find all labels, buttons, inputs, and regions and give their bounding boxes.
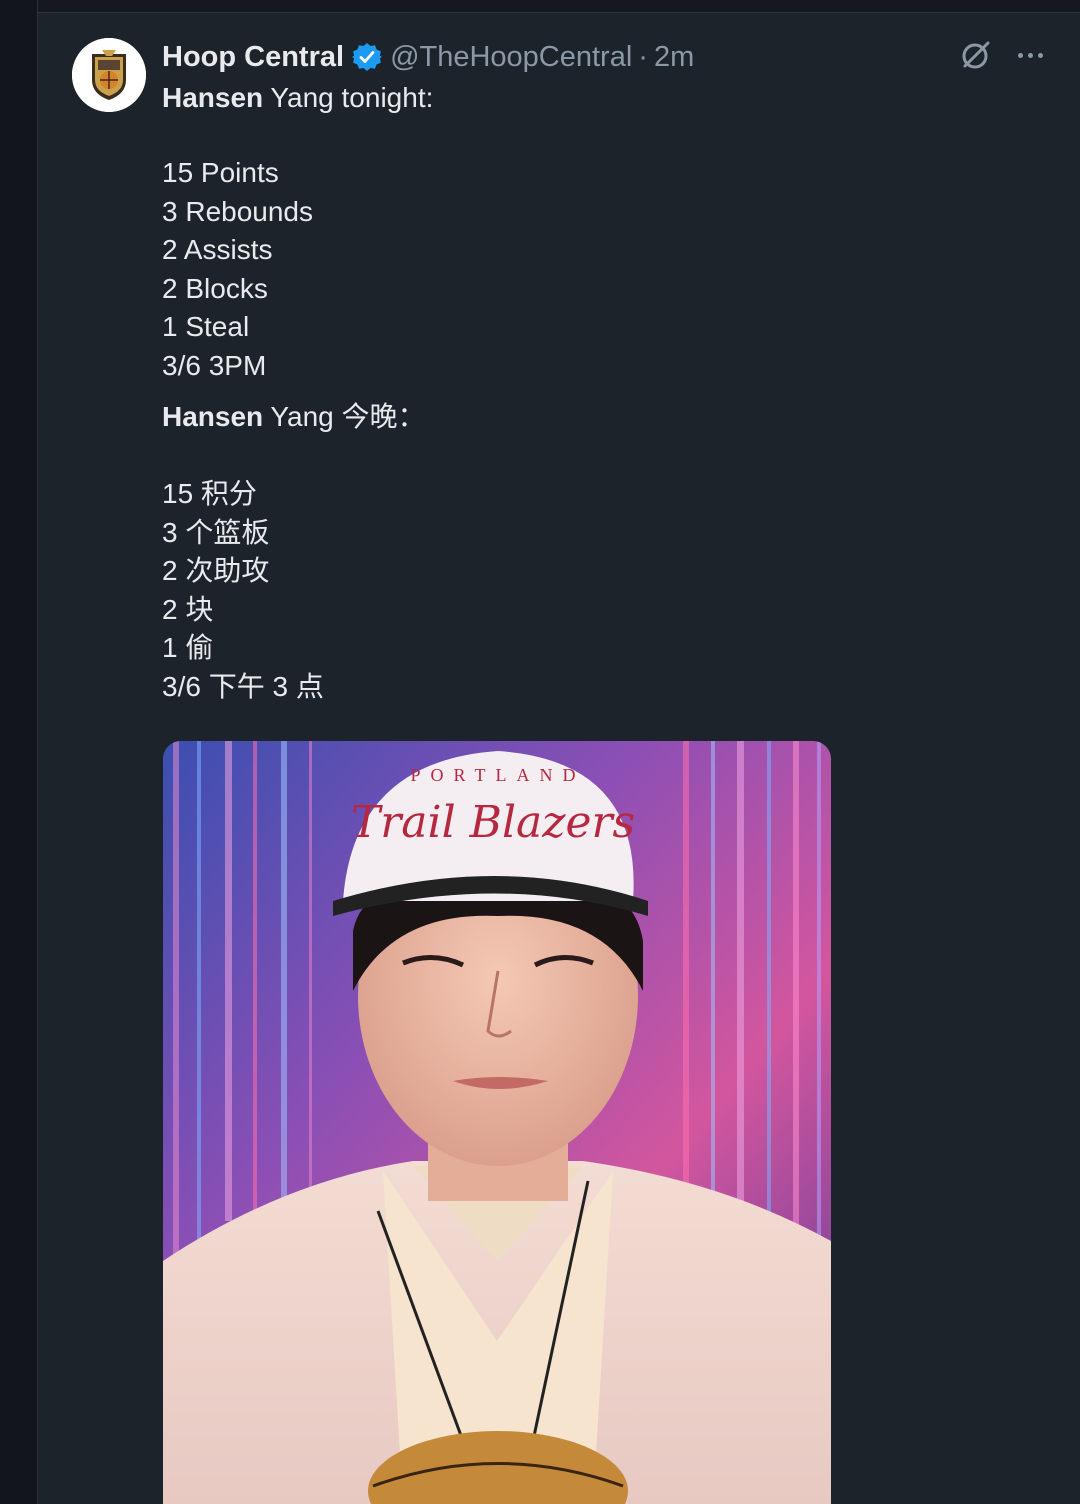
zh-stat-steal: 1 偷 <box>162 632 214 663</box>
en-stat-3pm: 3/6 3PM <box>162 349 267 381</box>
zh-stat-3pm: 3/6 下午 3 点 <box>162 670 324 702</box>
user-handle[interactable]: @TheHoopCentral <box>390 41 632 74</box>
cap-text-script: Trail Blazers <box>351 797 635 848</box>
avatar[interactable] <box>72 38 146 112</box>
en-stat-points: 15 Points <box>162 157 279 188</box>
verified-badge-icon[interactable] <box>352 42 383 72</box>
display-name[interactable]: Hoop Central <box>162 41 344 74</box>
header-separator: · <box>638 40 648 73</box>
en-stat-rebounds: 3 Rebounds <box>162 195 314 227</box>
en-stats-list: 15 Points 3 Rebounds 2 Assists 2 Blocks … <box>162 154 313 385</box>
tweet-card[interactable]: Hoop Central @TheHoopCentral · 2m Hansen… <box>38 13 1080 1504</box>
en-intro-rest: Yang tonight: <box>263 82 434 113</box>
zh-stats-list: 15 积分 3 个篮板 2 次助攻 2 块 1 偷 3/6 下午 3 点 <box>162 475 324 706</box>
en-stat-steal: 1 Steal <box>162 311 250 342</box>
tweet-header: Hoop Central @TheHoopCentral · 2m <box>162 37 694 77</box>
cap-text-top: PORTLAND <box>411 765 586 785</box>
zh-stat-blocks: 2 块 <box>162 593 214 625</box>
en-stat-blocks: 2 Blocks <box>162 272 268 304</box>
zh-stat-points: 15 积分 <box>162 478 257 509</box>
timestamp[interactable]: 2m <box>654 41 694 74</box>
zh-intro: Hansen Yang 今晚： <box>162 398 426 437</box>
tweet-text-chinese: Hansen Yang 今晚： <box>162 398 426 437</box>
grok-icon[interactable] <box>958 37 994 73</box>
tweet-photo[interactable]: PORTLAND Trail Blazers <box>163 741 831 1504</box>
more-icon[interactable] <box>1012 39 1048 71</box>
tweet-text-english: Hansen Yang tonight: <box>162 79 433 118</box>
en-stat-assists: 2 Assists <box>162 234 273 265</box>
zh-stat-rebounds: 3 个篮板 <box>162 516 270 548</box>
zh-intro-rest: Yang 今晚： <box>263 401 426 432</box>
zh-stat-assists: 2 次助攻 <box>162 555 270 586</box>
en-intro-bold: Hansen <box>162 82 264 113</box>
en-intro: Hansen Yang tonight: <box>162 79 433 118</box>
zh-intro-bold: Hansen <box>162 401 264 432</box>
left-gutter <box>0 0 37 1504</box>
